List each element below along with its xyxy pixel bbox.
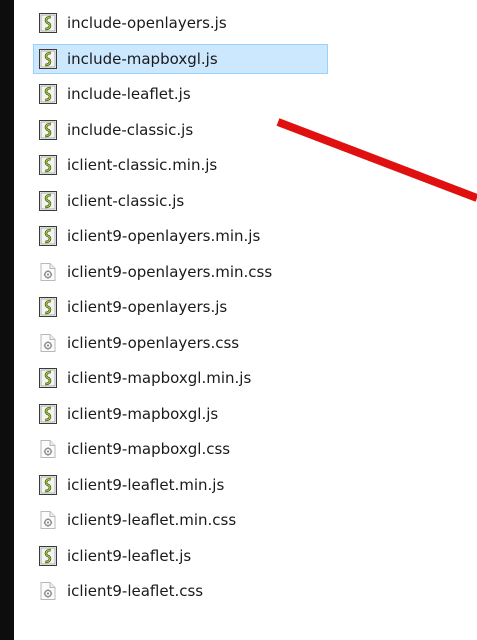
file-name-label: include-leaflet.js bbox=[67, 85, 191, 103]
file-name-label: include-classic.js bbox=[67, 120, 194, 139]
file-list-item[interactable]: iclient9-leaflet.min.css bbox=[33, 505, 328, 535]
file-list-item[interactable]: include-openlayers.js bbox=[33, 8, 328, 38]
script-file-icon bbox=[38, 190, 58, 212]
file-list-item[interactable]: include-mapboxgl.js bbox=[33, 43, 328, 74]
file-list-item[interactable]: iclient9-openlayers.min.css bbox=[33, 257, 328, 287]
file-name-label: iclient-classic.min.js bbox=[67, 156, 218, 174]
file-list-item[interactable]: include-leaflet.js bbox=[33, 79, 328, 109]
script-file-icon bbox=[38, 48, 58, 70]
file-list-item[interactable]: iclient9-mapboxgl.min.js bbox=[33, 363, 328, 393]
file-name-label: iclient9-leaflet.css bbox=[67, 582, 204, 600]
file-list-item[interactable]: iclient9-openlayers.js bbox=[33, 292, 328, 322]
css-file-icon bbox=[38, 580, 58, 602]
file-name-label: iclient-classic.js bbox=[67, 191, 185, 210]
file-list-item[interactable]: iclient9-openlayers.css bbox=[33, 328, 328, 358]
script-file-icon bbox=[38, 12, 58, 34]
script-file-icon bbox=[38, 545, 58, 567]
file-list-item[interactable]: include-classic.js bbox=[33, 115, 328, 145]
file-list-item[interactable]: iclient9-openlayers.min.js bbox=[33, 221, 328, 251]
css-file-icon bbox=[38, 332, 58, 354]
file-list-item[interactable]: iclient9-leaflet.css bbox=[33, 576, 328, 606]
file-name-label: iclient9-leaflet.min.js bbox=[67, 475, 225, 494]
file-list-item[interactable]: iclient9-leaflet.js bbox=[33, 541, 328, 571]
script-file-icon bbox=[38, 225, 58, 247]
file-name-label: iclient9-openlayers.css bbox=[67, 333, 240, 352]
file-name-label: iclient9-mapboxgl.css bbox=[67, 440, 231, 458]
file-name-label: iclient9-leaflet.min.css bbox=[67, 511, 237, 529]
script-file-icon bbox=[38, 474, 58, 496]
css-file-icon bbox=[38, 509, 58, 531]
script-file-icon bbox=[38, 154, 58, 176]
css-file-icon bbox=[38, 261, 58, 283]
script-file-icon bbox=[38, 296, 58, 318]
file-list-item[interactable]: iclient-classic.js bbox=[33, 186, 328, 216]
file-name-label: include-mapboxgl.js bbox=[67, 49, 218, 68]
file-name-label: iclient9-mapboxgl.min.js bbox=[67, 369, 252, 387]
script-file-icon bbox=[38, 367, 58, 389]
file-list-item[interactable]: iclient-classic.min.js bbox=[33, 150, 328, 180]
file-name-label: include-openlayers.js bbox=[67, 14, 227, 32]
file-list-item[interactable]: iclient9-leaflet.min.js bbox=[33, 470, 328, 500]
file-list-item[interactable]: iclient9-mapboxgl.js bbox=[33, 399, 328, 429]
file-list-panel: include-openlayers.js include-mapboxgl.j… bbox=[14, 0, 477, 640]
file-name-label: iclient9-openlayers.min.js bbox=[67, 227, 261, 245]
script-file-icon bbox=[38, 403, 58, 425]
css-file-icon bbox=[38, 438, 58, 460]
file-name-label: iclient9-leaflet.js bbox=[67, 546, 192, 565]
file-name-label: iclient9-openlayers.js bbox=[67, 298, 228, 316]
file-list-item[interactable]: iclient9-mapboxgl.css bbox=[33, 434, 328, 464]
script-file-icon bbox=[38, 83, 58, 105]
file-name-label: iclient9-mapboxgl.js bbox=[67, 404, 219, 423]
script-file-icon bbox=[38, 119, 58, 141]
file-name-label: iclient9-openlayers.min.css bbox=[67, 262, 273, 281]
